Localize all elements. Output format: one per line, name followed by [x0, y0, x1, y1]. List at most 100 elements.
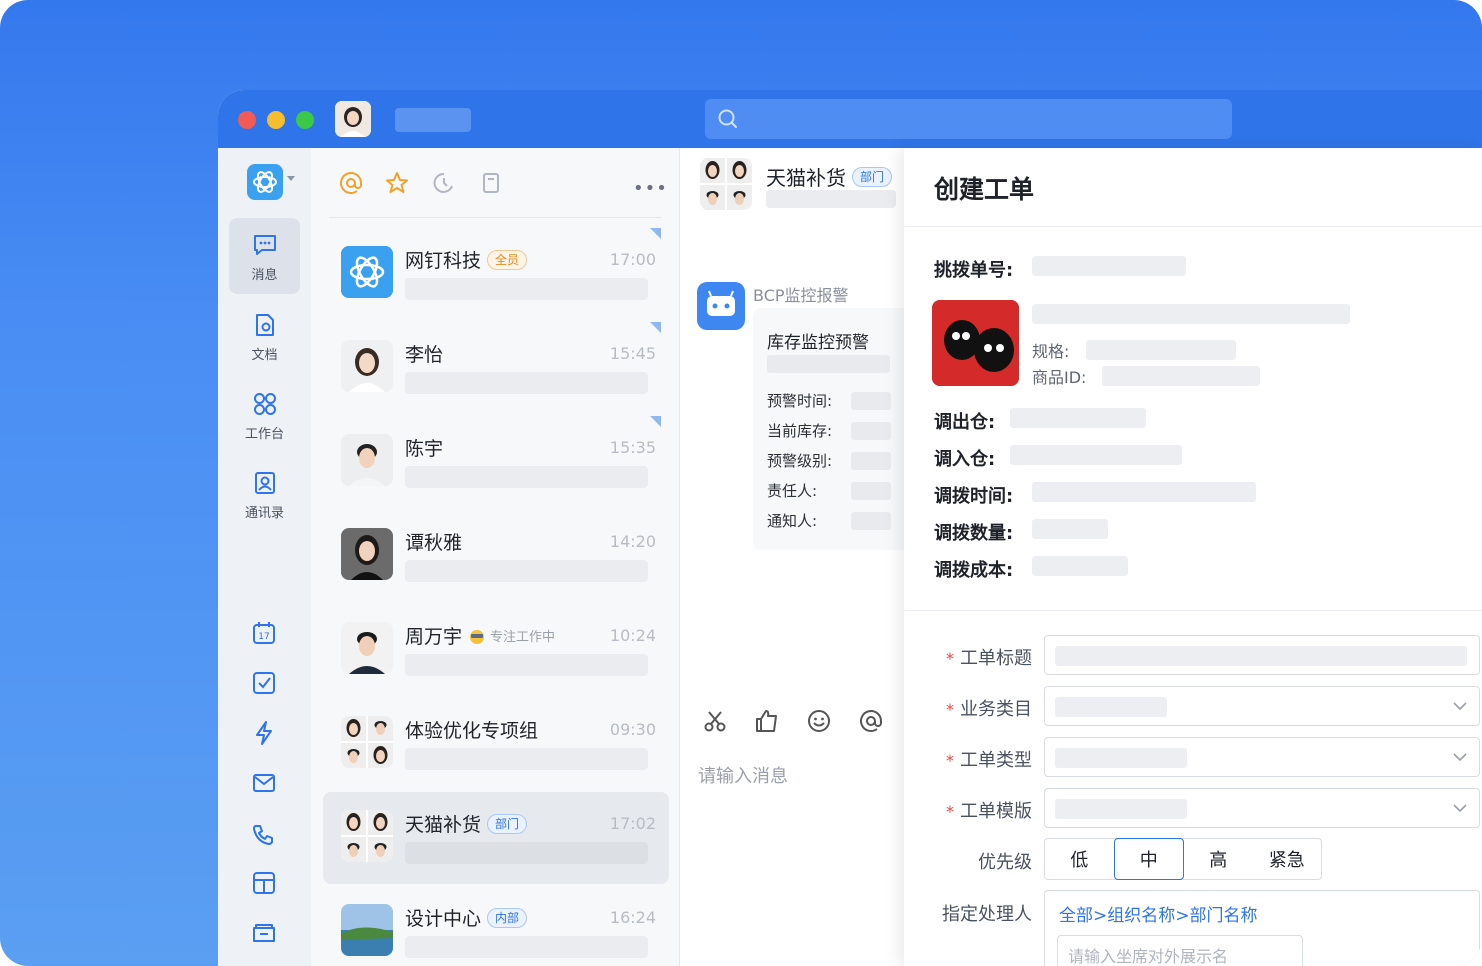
document-icon [255, 314, 274, 336]
timestamp: 17:02 [609, 814, 656, 833]
assignee-breadcrumb[interactable]: 全部>组织名称>部门名称 [1059, 901, 1258, 926]
select-placeholder [1055, 697, 1167, 717]
assignee-search-input[interactable]: 请输入坐席对外展示名 [1057, 935, 1303, 966]
chat-subtitle-placeholder [766, 190, 896, 208]
folder-icon[interactable] [251, 920, 277, 946]
avatar [341, 246, 393, 298]
card-title: 库存监控预警 [767, 333, 869, 353]
card-row-value [851, 392, 891, 410]
priority-option-urgent[interactable]: 紧急 [1253, 839, 1322, 879]
maximize-window-button[interactable] [296, 111, 314, 129]
emoji-icon[interactable] [806, 708, 832, 734]
conversation-item[interactable]: 陈宇 15:35 [323, 416, 669, 508]
category-select[interactable] [1044, 686, 1480, 726]
chevron-down-icon [1453, 753, 1467, 762]
tag-badge: 部门 [852, 166, 893, 187]
card-row-value [851, 512, 891, 530]
product-name-placeholder [1032, 304, 1350, 324]
nav-workbench[interactable]: 工作台 [229, 377, 300, 453]
field-label: 调拨成本: [934, 560, 1014, 581]
mail-icon[interactable] [251, 770, 277, 796]
chat-avatar [700, 158, 752, 210]
org-logo[interactable] [247, 164, 283, 200]
star-icon[interactable] [385, 171, 409, 195]
scissors-icon[interactable] [702, 708, 728, 734]
bookmark-icon[interactable] [479, 171, 503, 195]
nav-messages[interactable]: 消息 [229, 218, 300, 294]
nav-rail: 消息 文档 工作台 通讯录 17 [218, 148, 311, 966]
message-preview [405, 654, 648, 676]
field-label: 调入仓: [934, 449, 996, 470]
required-asterisk: * [946, 751, 954, 770]
assignee-picker: 全部>组织名称>部门名称 请输入坐席对外展示名 [1044, 890, 1480, 966]
lightning-icon[interactable] [251, 720, 277, 746]
conversation-item[interactable]: 谭秋雅 14:20 [323, 510, 669, 602]
search-icon [718, 109, 737, 128]
template-label: * 工单模版 [946, 801, 1032, 822]
todo-icon[interactable] [251, 670, 277, 696]
nav-contacts[interactable]: 通讯录 [229, 456, 300, 532]
ticket-type-select[interactable] [1044, 737, 1480, 777]
close-window-button[interactable] [238, 111, 256, 129]
ticket-template-select[interactable] [1044, 788, 1480, 828]
chat-pane: 天猫补货 部门 BCP监控报警 库存监控预警 预警时间: 当前库存: 预警级别: … [680, 148, 913, 966]
thumbs-up-icon[interactable] [754, 708, 780, 734]
tag-badge: 内部 [487, 907, 528, 928]
priority-option-medium[interactable]: 中 [1113, 838, 1184, 880]
priority-option-low[interactable]: 低 [1045, 839, 1114, 879]
priority-option-high[interactable]: 高 [1184, 839, 1253, 879]
message-preview [405, 372, 648, 394]
select-placeholder [1055, 799, 1187, 819]
clock-icon[interactable] [432, 171, 456, 195]
conversation-item[interactable]: 李怡 15:45 [323, 322, 669, 414]
conversation-name: 设计中心 内部 [405, 904, 528, 931]
input-placeholder [1055, 646, 1467, 666]
unread-marker [650, 228, 661, 239]
conversation-item[interactable]: 设计中心 内部 16:24 [323, 886, 669, 966]
minimize-window-button[interactable] [267, 111, 285, 129]
ticket-title-input[interactable] [1044, 635, 1480, 675]
avatar [341, 810, 393, 862]
spec-value [1086, 340, 1236, 360]
conversation-item[interactable]: 网钉科技 全员 17:00 [323, 228, 669, 320]
conversation-name: 周万宇 专注工作中 [405, 626, 556, 648]
phone-icon[interactable] [251, 822, 277, 848]
field-value [1032, 482, 1256, 502]
product-image [932, 300, 1019, 386]
bot-avatar [697, 282, 745, 330]
apps-grid-icon [253, 393, 276, 415]
priority-segmented-control: 低 中 高 紧急 [1044, 838, 1322, 880]
alert-card[interactable]: 库存监控预警 预警时间: 当前库存: 预警级别: 责任人: 通知人: [753, 308, 913, 550]
mention-icon[interactable] [339, 171, 363, 195]
message-input[interactable]: 请输入消息 [698, 762, 788, 788]
chevron-down-icon [1453, 804, 1467, 813]
calendar-icon[interactable]: 17 [251, 620, 277, 646]
user-avatar[interactable] [335, 101, 371, 137]
mention-icon[interactable] [858, 708, 884, 734]
field-value [1032, 256, 1186, 276]
message-preview [405, 936, 648, 958]
timestamp: 09:30 [609, 720, 656, 739]
conversation-name: 李怡 [405, 344, 444, 366]
field-value [1010, 445, 1182, 465]
unread-marker [650, 416, 661, 427]
divider [904, 226, 1482, 227]
chevron-down-icon[interactable] [287, 176, 295, 181]
conversation-item-active[interactable]: 天猫补货 部门 17:02 [323, 792, 669, 884]
nav-docs[interactable]: 文档 [229, 298, 300, 374]
field-value [1032, 556, 1128, 576]
contacts-icon [254, 472, 275, 494]
search-input[interactable] [705, 99, 1232, 139]
conversation-item[interactable]: 周万宇 专注工作中 10:24 [323, 604, 669, 696]
more-icon[interactable]: ••• [633, 178, 668, 199]
conversation-name: 谭秋雅 [405, 532, 463, 554]
product-id-label: 商品ID: [1032, 368, 1087, 387]
avatar [341, 622, 393, 674]
box-icon[interactable] [251, 870, 277, 896]
chat-title[interactable]: 天猫补货 部门 [766, 162, 893, 191]
conversation-item[interactable]: 体验优化专项组 09:30 [323, 698, 669, 790]
ticket-title-label: * 工单标题 [946, 648, 1032, 669]
card-row-label: 预警级别: [767, 452, 833, 470]
timestamp: 17:00 [609, 250, 656, 269]
user-name-placeholder [395, 108, 471, 132]
